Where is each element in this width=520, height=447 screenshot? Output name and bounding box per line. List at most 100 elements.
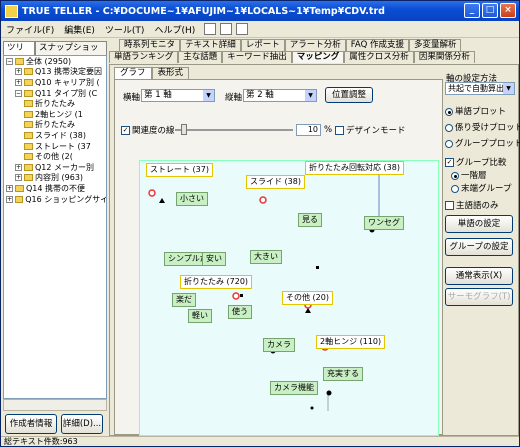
word-marker[interactable]	[326, 390, 332, 396]
tab-tabs_row1-2[interactable]: レポート	[240, 39, 285, 51]
category-label[interactable]: 2軸ヒンジ (110)	[316, 335, 386, 349]
word-marker[interactable]	[240, 294, 243, 297]
word-label[interactable]: ワンセグ	[364, 216, 404, 230]
main-only-checkbox[interactable]: 主語語のみ	[445, 199, 499, 211]
tree-item[interactable]: + Q10 キャリア別 (	[4, 77, 106, 88]
relation-line-checkbox[interactable]: ✓ 関連度の線	[121, 124, 175, 136]
axis-method-select[interactable]: 共起で自動算出 ▼	[445, 82, 515, 95]
radio-word-plot[interactable]: 単語プロット	[445, 105, 506, 117]
subtab-graph[interactable]: グラフ	[114, 67, 152, 79]
group-compare-checkbox[interactable]: ✓ グループ比較	[445, 156, 507, 168]
word-marker[interactable]	[305, 308, 311, 313]
position-adjust-button[interactable]: 位置調整	[325, 87, 373, 103]
tree-item[interactable]: スライド (38)	[4, 130, 106, 141]
subtab-table[interactable]: 表形式	[151, 67, 190, 79]
tab-tabs_row2-2[interactable]: キーワード抽出	[222, 51, 292, 63]
collapse-icon[interactable]: −	[15, 89, 22, 97]
xaxis-select[interactable]: 第 1 軸 ▼	[141, 89, 215, 102]
yaxis-select[interactable]: 第 2 軸 ▼	[243, 89, 317, 102]
group-settings-button[interactable]: グループの設定	[445, 238, 513, 256]
thermograph-button[interactable]: サーモグラフ(T)	[445, 288, 513, 306]
tree-item[interactable]: その他 (2(	[4, 151, 106, 162]
word-label[interactable]: 楽だ	[172, 293, 196, 307]
tab-tabs_row1-0[interactable]: 時系列モニタ	[119, 39, 181, 51]
tree-horizontal-scrollbar[interactable]	[3, 399, 107, 411]
word-marker[interactable]	[316, 266, 319, 269]
tree-item[interactable]: 折りたたみ	[4, 98, 106, 109]
percent-input[interactable]: 10	[296, 124, 321, 136]
word-label[interactable]: カメラ	[263, 338, 295, 352]
category-marker[interactable]	[148, 189, 156, 197]
word-label[interactable]: 安い	[202, 252, 226, 266]
tree-item[interactable]: 折りたたみ	[4, 120, 106, 131]
slider-thumb[interactable]	[181, 124, 187, 135]
category-label[interactable]: スライド (38)	[246, 175, 305, 189]
tab-tabs_row1-4[interactable]: FAQ 作成支援	[345, 39, 409, 51]
radio-one-level[interactable]: 一階層	[451, 169, 487, 181]
tree-item[interactable]: + Q12 メーカー別	[4, 162, 106, 173]
author-info-button[interactable]: 作成者情報	[5, 414, 57, 434]
word-label[interactable]: 軽い	[188, 309, 212, 323]
word-label[interactable]: 充実する	[323, 367, 363, 381]
word-label[interactable]: 小さい	[176, 192, 208, 206]
category-label[interactable]: 折りたたみ (720)	[180, 275, 253, 289]
expand-icon[interactable]: +	[15, 68, 22, 76]
tree-item[interactable]: − Q11 タイプ別 (C	[4, 88, 106, 99]
tab-tabs_row2-0[interactable]: 単語ランキング	[109, 51, 179, 63]
tab-tabs_row2-5[interactable]: 因果関係分析	[413, 51, 475, 63]
tab-tabs_row2-1[interactable]: 主な話題	[178, 51, 223, 63]
category-marker[interactable]	[232, 292, 240, 300]
word-label[interactable]: 使う	[228, 305, 252, 319]
word-label[interactable]: 見る	[298, 213, 322, 227]
radio-group-plot[interactable]: グループプロット	[445, 137, 520, 149]
tab-tabs_row2-4[interactable]: 属性クロス分析	[344, 51, 414, 63]
word-settings-button[interactable]: 単語の設定	[445, 215, 513, 233]
tab-tabs_row1-5[interactable]: 多変量解析	[408, 39, 462, 51]
category-tree[interactable]: − 全体 (2950) + Q13 携帯決定要因 + Q10 キャリア別 (− Q11 タイ…	[3, 55, 107, 399]
word-marker[interactable]	[159, 198, 165, 203]
category-label[interactable]: ストレート (37)	[146, 163, 213, 177]
tree-item[interactable]: − 全体 (2950)	[4, 56, 106, 67]
design-mode-checkbox[interactable]: デザインモード	[335, 124, 406, 136]
expand-icon[interactable]: +	[15, 78, 22, 86]
word-marker[interactable]	[310, 406, 314, 410]
collapse-icon[interactable]: −	[6, 57, 13, 65]
expand-icon[interactable]: +	[15, 163, 22, 171]
radio-leaf-group[interactable]: 末端グループ	[451, 182, 512, 194]
tab-tabs_row1-3[interactable]: アラート分析	[284, 39, 346, 51]
word-label[interactable]: 大きい	[250, 250, 282, 264]
category-label[interactable]: その他 (20)	[282, 291, 333, 305]
tab-snapshot[interactable]: スナップショット	[35, 41, 107, 65]
expand-icon[interactable]: +	[15, 174, 22, 182]
normal-view-button[interactable]: 通常表示(X)	[445, 267, 513, 285]
menu-file[interactable]: ファイル(F)	[1, 23, 59, 36]
save-toolbar-icon[interactable]	[204, 23, 217, 35]
detail-button[interactable]: 詳細(D)...	[61, 414, 103, 434]
mapping-plot[interactable]: ストレート (37) スライド (38) 折りたたみ回転対応 (38) 折りたた…	[139, 160, 439, 436]
tab-tree[interactable]: ツリー	[3, 41, 35, 65]
tab-tabs_row1-1[interactable]: テキスト詳細	[180, 39, 241, 51]
expand-icon[interactable]: +	[6, 184, 13, 192]
title-bar[interactable]: TRUE TELLER - C:¥DOCUME~1¥AFUJIM~1¥LOCAL…	[1, 1, 519, 21]
category-marker[interactable]	[259, 196, 267, 204]
tree-item[interactable]: 2軸ヒンジ (1	[4, 109, 106, 120]
relation-slider[interactable]	[175, 124, 293, 136]
tree-item[interactable]: + Q16 ショッピングサイト	[4, 194, 106, 205]
minimize-button[interactable]: _	[464, 3, 480, 18]
expand-icon[interactable]: +	[6, 195, 13, 203]
close-button[interactable]: ×	[500, 3, 516, 18]
settings-toolbar-icon[interactable]	[236, 23, 249, 35]
tree-item[interactable]: + 内容別 (963)	[4, 173, 106, 184]
category-label[interactable]: 折りたたみ回転対応 (38)	[305, 161, 404, 175]
tree-item[interactable]: + Q14 携帯の不便	[4, 183, 106, 194]
tab-tabs_row2-3[interactable]: マッピング	[291, 51, 345, 63]
tree-item[interactable]: ストレート (37	[4, 141, 106, 152]
radio-dependency-plot[interactable]: 係り受けプロット	[445, 121, 520, 133]
help-toolbar-icon[interactable]	[220, 23, 233, 35]
tree-item[interactable]: + Q13 携帯決定要因	[4, 67, 106, 78]
word-label[interactable]: カメラ機能	[270, 381, 318, 395]
menu-tools[interactable]: ツール(T)	[100, 23, 150, 36]
menu-edit[interactable]: 編集(E)	[59, 23, 100, 36]
maximize-button[interactable]: □	[482, 3, 498, 18]
menu-help[interactable]: ヘルプ(H)	[149, 23, 200, 36]
